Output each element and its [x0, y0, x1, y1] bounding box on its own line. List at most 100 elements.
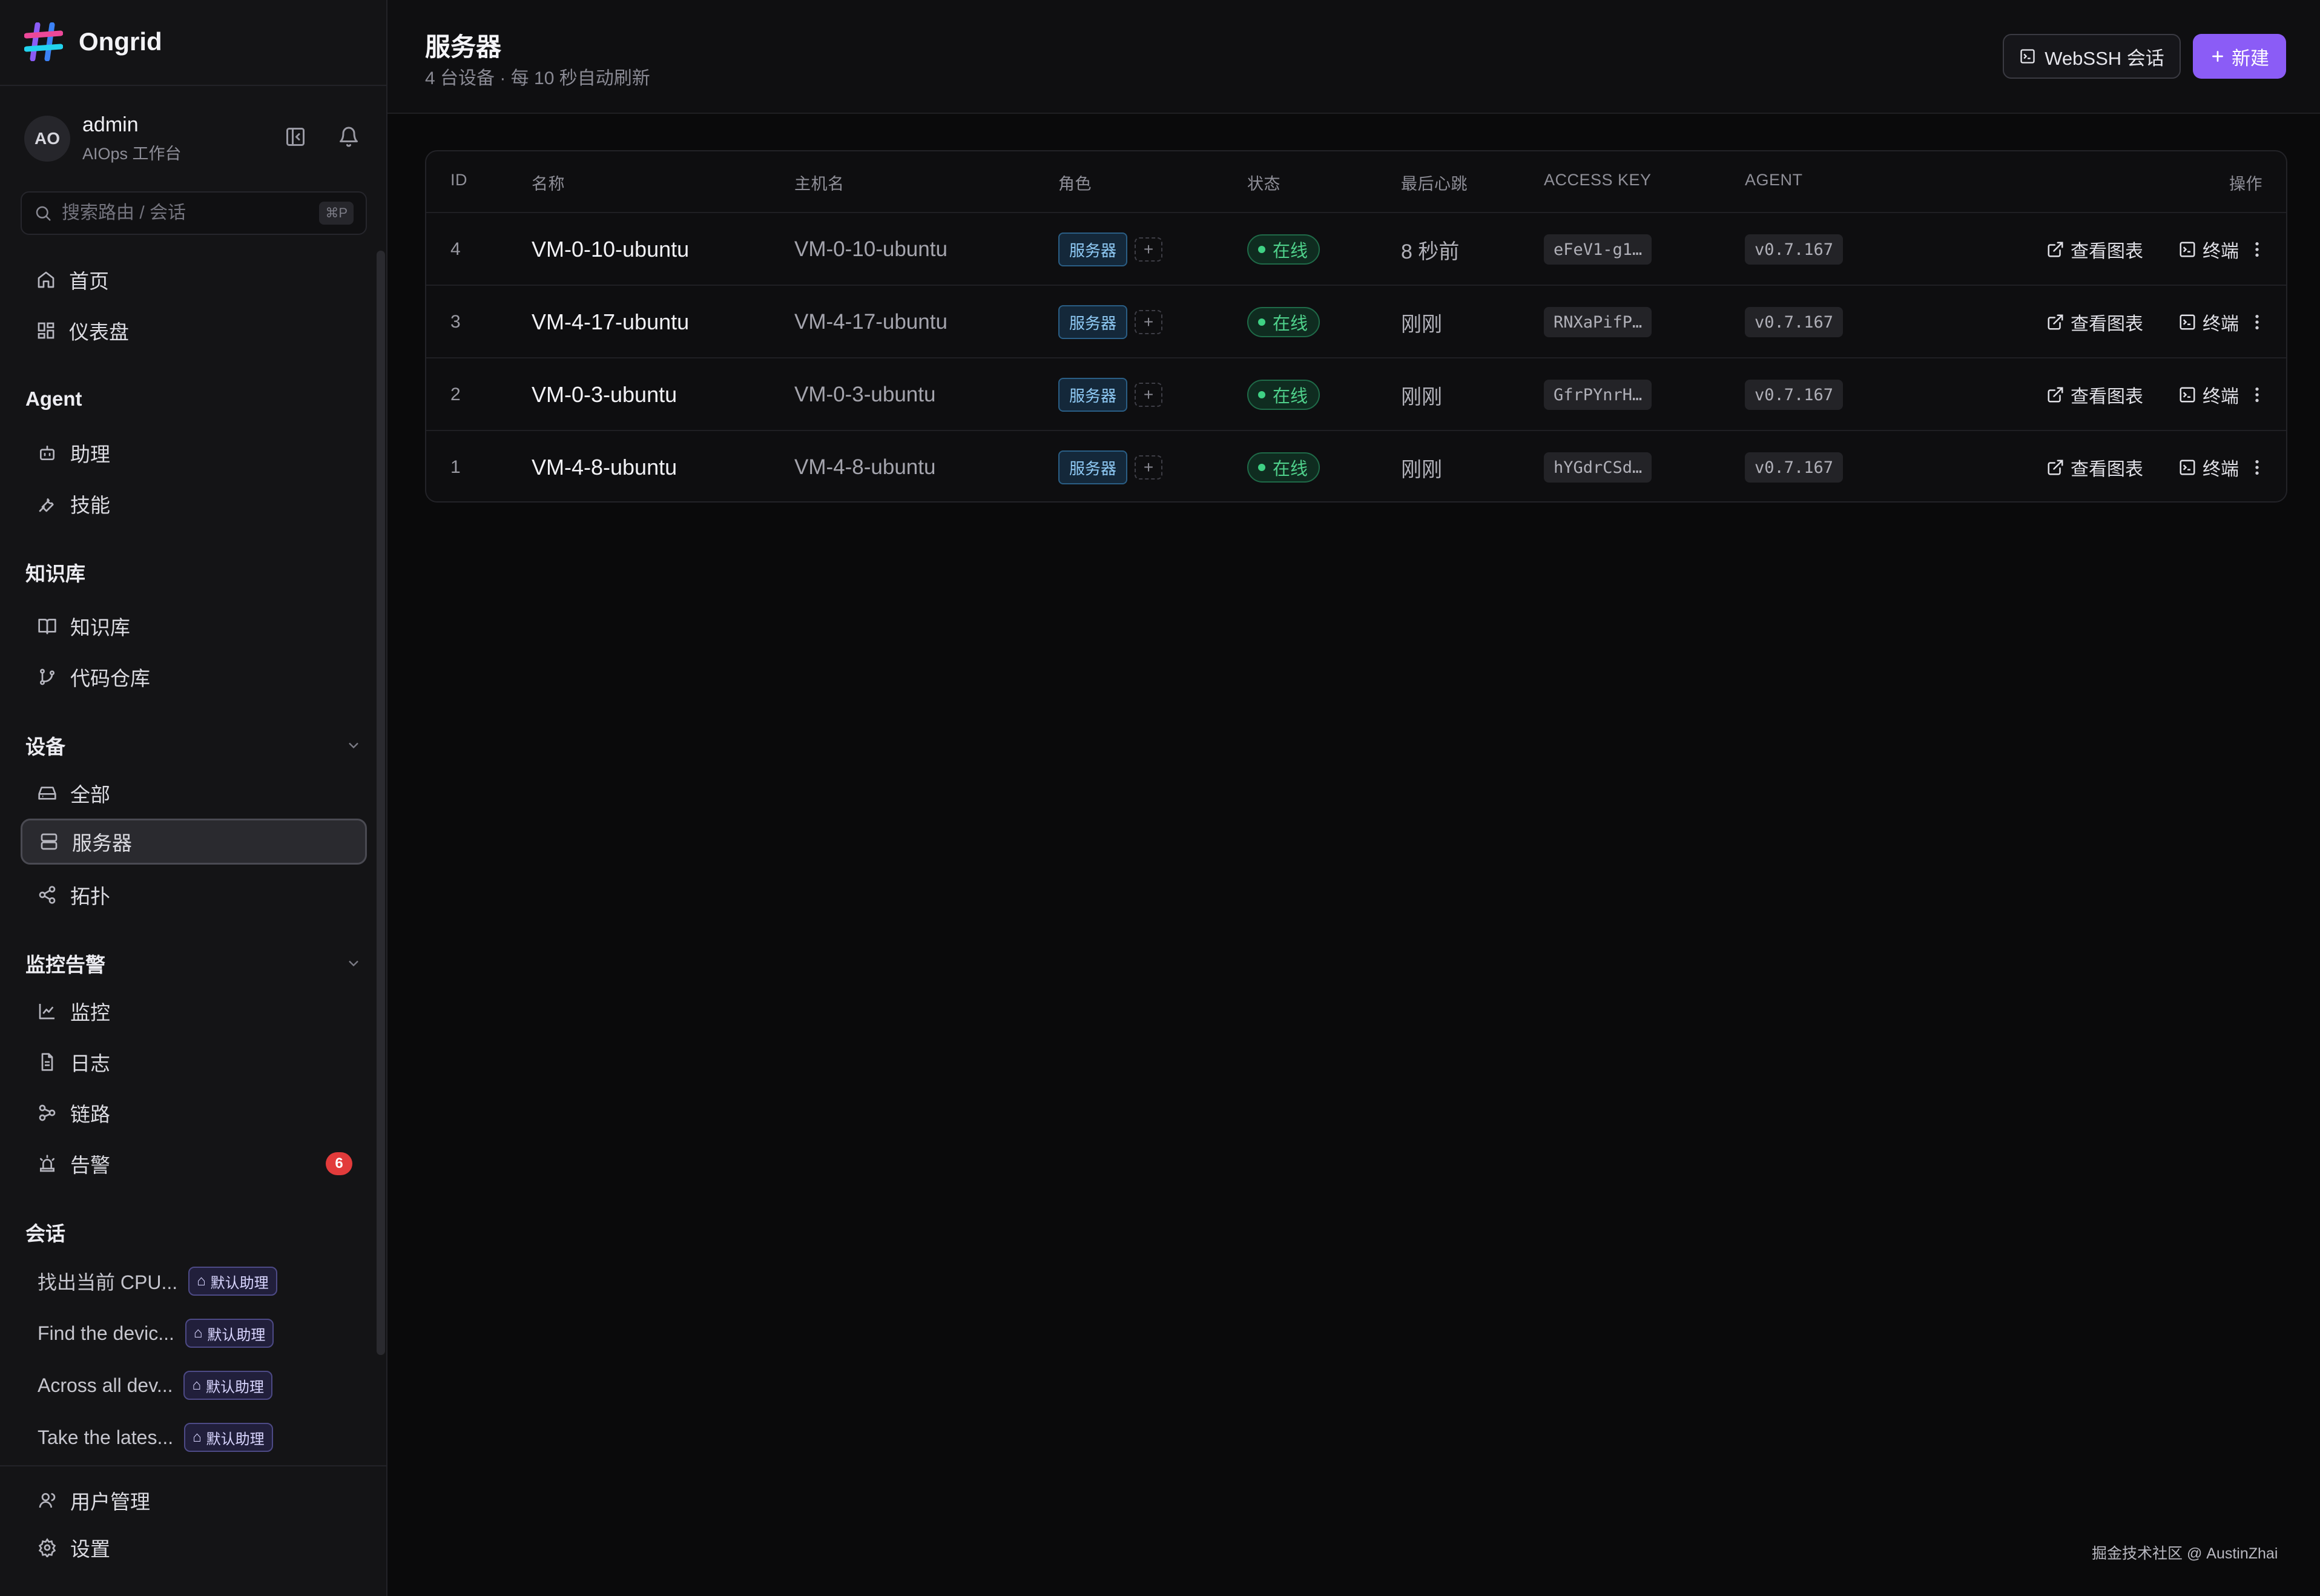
search-box[interactable]: ⌘P — [21, 191, 367, 235]
search-input[interactable] — [61, 202, 320, 224]
role-tag[interactable]: 服务器 — [1058, 232, 1128, 266]
cell-name[interactable]: VM-0-3-ubuntu — [532, 358, 677, 431]
sidebar-divider — [0, 85, 386, 86]
column-header-access-key[interactable]: ACCESS KEY — [1544, 171, 1652, 190]
access-key-value[interactable]: RNXaPifP… — [1544, 307, 1652, 337]
terminal-button[interactable]: 终端 — [2178, 213, 2239, 286]
nav-item-user-management[interactable]: 用户管理 — [21, 1477, 367, 1523]
conversation-item[interactable]: Find the devic... ⌂ 默认助理 — [38, 1316, 274, 1350]
column-header-status[interactable]: 状态 — [1247, 171, 1280, 194]
add-role-button[interactable]: + — [1135, 383, 1163, 407]
more-vertical-icon[interactable] — [2245, 455, 2269, 480]
nav-item-assistant[interactable]: 助理 — [21, 430, 367, 476]
nav-label: 仪表盘 — [69, 321, 129, 343]
more-vertical-icon[interactable] — [2245, 383, 2269, 407]
add-role-button[interactable]: + — [1135, 455, 1163, 480]
agent-version: v0.7.167 — [1745, 380, 1844, 410]
view-chart-button[interactable]: 查看图表 — [2046, 358, 2143, 431]
section-monitoring[interactable]: 监控告警 — [25, 948, 362, 978]
add-role-button[interactable]: + — [1135, 237, 1163, 262]
role-tag[interactable]: 服务器 — [1058, 450, 1128, 484]
row-menu[interactable] — [2245, 213, 2269, 286]
webssh-session-button[interactable]: WebSSH 会话 — [2003, 34, 2181, 79]
nav-item-traces[interactable]: 链路 — [21, 1090, 367, 1136]
user-name: admin — [82, 113, 139, 136]
file-text-icon — [36, 1051, 58, 1073]
nav-item-servers[interactable]: 服务器 — [21, 819, 367, 865]
chevron-down-icon[interactable] — [345, 955, 362, 972]
cell-status: 在线 — [1247, 213, 1320, 286]
access-key-value[interactable]: eFeV1-g1… — [1544, 234, 1652, 265]
cell-name[interactable]: VM-4-8-ubuntu — [532, 431, 677, 501]
dashboard-icon — [35, 320, 57, 341]
table-row[interactable]: 2 VM-0-3-ubuntu VM-0-3-ubuntu 服务器 + 在线 刚… — [426, 357, 2286, 431]
nav-item-all-devices[interactable]: 全部 — [21, 770, 367, 816]
servers-table: ID 名称 主机名 角色 状态 最后心跳 ACCESS KEY AGENT 操作… — [425, 150, 2287, 503]
view-chart-button[interactable]: 查看图表 — [2046, 286, 2143, 358]
cell-name[interactable]: VM-4-17-ubuntu — [532, 286, 689, 358]
cell-status: 在线 — [1247, 286, 1320, 358]
nav-item-knowledge-base[interactable]: 知识库 — [21, 603, 367, 649]
terminal-button[interactable]: 终端 — [2178, 358, 2239, 431]
terminal-button[interactable]: 终端 — [2178, 431, 2239, 501]
nav-item-logs[interactable]: 日志 — [21, 1039, 367, 1085]
row-menu[interactable] — [2245, 358, 2269, 431]
nav-item-alerts[interactable]: 告警 6 — [21, 1141, 367, 1187]
conversation-item[interactable]: Take the lates... ⌂ 默认助理 — [38, 1420, 273, 1454]
home-icon — [35, 269, 57, 291]
cell-role: 服务器 + — [1058, 213, 1163, 286]
view-chart-button[interactable]: 查看图表 — [2046, 213, 2143, 286]
avatar[interactable]: AO — [24, 116, 70, 162]
view-chart-button[interactable]: 查看图表 — [2046, 431, 2143, 501]
nav-label: 拓扑 — [70, 885, 110, 908]
nav-label: 助理 — [70, 443, 110, 466]
row-menu[interactable] — [2245, 286, 2269, 358]
nav-item-code-repo[interactable]: 代码仓库 — [21, 654, 367, 700]
table-row[interactable]: 3 VM-4-17-ubuntu VM-4-17-ubuntu 服务器 + 在线… — [426, 285, 2286, 358]
sidebar-divider — [0, 1465, 386, 1466]
hard-drive-icon — [36, 782, 58, 804]
section-devices[interactable]: 设备 — [25, 730, 362, 760]
new-button[interactable]: 新建 — [2193, 34, 2286, 79]
agent-version: v0.7.167 — [1745, 452, 1844, 483]
role-tag[interactable]: 服务器 — [1058, 305, 1128, 339]
column-header-role[interactable]: 角色 — [1058, 171, 1092, 194]
nav-item-skills[interactable]: 技能 — [21, 481, 367, 527]
bell-icon[interactable] — [333, 121, 364, 153]
terminal-button[interactable]: 终端 — [2178, 286, 2239, 358]
table-row[interactable]: 1 VM-4-8-ubuntu VM-4-8-ubuntu 服务器 + 在线 刚… — [426, 430, 2286, 501]
column-header-heartbeat[interactable]: 最后心跳 — [1401, 171, 1468, 194]
collapse-sidebar-icon[interactable] — [280, 121, 311, 153]
nav-item-settings[interactable]: 设置 — [21, 1525, 367, 1571]
more-vertical-icon[interactable] — [2245, 310, 2269, 334]
table-row[interactable]: 4 VM-0-10-ubuntu VM-0-10-ubuntu 服务器 + 在线… — [426, 212, 2286, 286]
access-key-value[interactable]: GfrPYnrH… — [1544, 380, 1652, 410]
add-role-button[interactable]: + — [1135, 310, 1163, 334]
column-header-id[interactable]: ID — [450, 171, 467, 190]
column-header-name[interactable]: 名称 — [532, 171, 565, 194]
sidebar-scrollbar[interactable] — [377, 251, 385, 1355]
access-key-value[interactable]: hYGdrCSd… — [1544, 452, 1652, 483]
row-menu[interactable] — [2245, 431, 2269, 501]
nav-item-home[interactable]: 首页 — [21, 257, 367, 303]
chevron-down-icon[interactable] — [345, 737, 362, 754]
nav-item-dashboard[interactable]: 仪表盘 — [21, 308, 367, 354]
status-badge: 在线 — [1247, 307, 1320, 337]
cell-name[interactable]: VM-0-10-ubuntu — [532, 213, 689, 286]
conversation-item[interactable]: Across all dev... ⌂ 默认助理 — [38, 1368, 272, 1402]
nav-item-monitoring[interactable]: 监控 — [21, 988, 367, 1034]
column-header-hostname[interactable]: 主机名 — [794, 171, 845, 194]
brand[interactable]: Ongrid — [24, 22, 162, 62]
more-vertical-icon[interactable] — [2245, 237, 2269, 262]
cell-agent: v0.7.167 — [1745, 431, 1844, 501]
server-icon — [38, 831, 60, 852]
share-icon — [36, 884, 58, 906]
conversation-title: 找出当前 CPU... — [38, 1271, 178, 1293]
external-link-icon — [2046, 386, 2065, 404]
column-header-agent[interactable]: AGENT — [1745, 171, 1803, 190]
external-link-icon — [2046, 313, 2065, 331]
bot-icon — [36, 442, 58, 464]
nav-item-topology[interactable]: 拓扑 — [21, 872, 367, 918]
conversation-item[interactable]: 找出当前 CPU... ⌂ 默认助理 — [38, 1264, 277, 1298]
role-tag[interactable]: 服务器 — [1058, 378, 1128, 412]
